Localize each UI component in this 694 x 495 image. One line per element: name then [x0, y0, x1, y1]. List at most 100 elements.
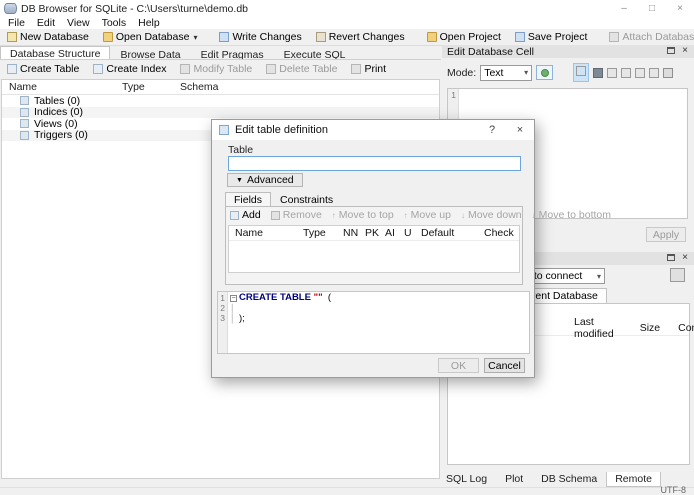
tab-execute-sql[interactable]: Execute SQL: [274, 47, 356, 61]
column-last-modified[interactable]: Last modified: [574, 316, 614, 340]
chevron-down-icon[interactable]: ▾: [193, 33, 197, 42]
fields-table: Name Type NN PK AI U Default Check: [228, 225, 520, 273]
menu-edit[interactable]: Edit: [32, 17, 60, 29]
menubar: File Edit View Tools Help: [0, 17, 694, 29]
float-panel-icon[interactable]: [667, 254, 676, 261]
create-index-button[interactable]: Create Index: [86, 62, 173, 76]
table-name-input[interactable]: [228, 156, 521, 171]
import-icon[interactable]: [607, 67, 618, 78]
word-wrap-toggle[interactable]: [573, 63, 590, 82]
column-ai[interactable]: AI: [385, 227, 404, 239]
close-panel-icon[interactable]: ×: [682, 46, 688, 56]
dialog-titlebar[interactable]: Edit table definition ? ×: [212, 120, 534, 140]
main-tab-bar: Database Structure Browse Data Edit Prag…: [0, 46, 441, 61]
modify-table-icon: [180, 64, 191, 74]
column-u[interactable]: U: [404, 227, 421, 239]
move-to-bottom-button: ↓ Move to bottom: [531, 209, 612, 221]
dialog-title: Edit table definition: [235, 124, 328, 136]
tab-plot[interactable]: Plot: [496, 472, 532, 487]
tab-database-structure[interactable]: Database Structure: [0, 46, 111, 60]
column-schema[interactable]: Schema: [180, 81, 219, 93]
close-panel-icon[interactable]: ×: [682, 253, 688, 263]
column-check[interactable]: Check: [484, 227, 514, 239]
titlebar: DB Browser for SQLite - C:\Users\turne\d…: [0, 0, 694, 17]
print-button[interactable]: Print: [344, 62, 393, 76]
cancel-button[interactable]: Cancel: [484, 358, 525, 373]
menu-tools[interactable]: Tools: [97, 17, 132, 29]
open-project-button[interactable]: Open Project: [420, 30, 508, 44]
chevron-down-icon: ▾: [596, 271, 601, 281]
window-controls: – □ ×: [610, 0, 694, 17]
column-pk[interactable]: PK: [365, 227, 385, 239]
add-field-button[interactable]: Add: [230, 209, 261, 221]
tab-db-schema[interactable]: DB Schema: [532, 472, 606, 487]
menu-view[interactable]: View: [62, 17, 95, 29]
open-database-button[interactable]: Open Database ▾: [96, 30, 205, 44]
tree-item-indices[interactable]: Indices (0): [2, 106, 439, 118]
statusbar: [0, 487, 694, 495]
encoding-indicator[interactable]: UTF-8: [661, 485, 687, 495]
sql-preview-editor[interactable]: 1 2 3 − CREATE TABLE "" ( │ │);: [217, 291, 530, 354]
edit-cell-dock-controls: ×: [667, 46, 688, 56]
set-null-icon[interactable]: [649, 67, 660, 78]
help-icon[interactable]: ?: [478, 120, 506, 140]
triggers-icon: [20, 130, 29, 140]
window-title: DB Browser for SQLite - C:\Users\turne\d…: [21, 2, 248, 15]
export-icon[interactable]: [621, 67, 632, 78]
chevron-down-icon: ▾: [524, 68, 529, 77]
edit-table-dialog: Edit table definition ? × Table ▼ Advanc…: [211, 119, 611, 378]
fold-guide-icon: │: [230, 314, 235, 323]
auto-apply-toggle[interactable]: [536, 65, 554, 80]
column-size[interactable]: Size: [640, 322, 660, 334]
tab-edit-pragmas[interactable]: Edit Pragmas: [191, 47, 274, 61]
tab-remote[interactable]: Remote: [606, 472, 661, 487]
fields-toolbar: Add Remove ↑ Move to top ↑ Move up ↓ Mov…: [230, 209, 611, 221]
binary-mode-icon[interactable]: [593, 67, 604, 78]
close-icon[interactable]: ×: [666, 0, 694, 17]
tab-sql-log[interactable]: SQL Log: [437, 472, 496, 487]
column-type[interactable]: Type: [303, 227, 343, 239]
maximize-icon[interactable]: □: [638, 0, 666, 17]
minimize-icon[interactable]: –: [610, 0, 638, 17]
sql-gutter: 1 2 3: [218, 292, 228, 353]
print-icon: [351, 64, 362, 74]
tab-constraints[interactable]: Constraints: [271, 192, 342, 207]
column-name[interactable]: Name: [2, 81, 122, 93]
main-toolbar: New Database Open Database ▾ Write Chang…: [0, 29, 694, 46]
column-name[interactable]: Name: [235, 227, 303, 239]
fold-guide-icon: │: [230, 303, 235, 313]
advanced-button[interactable]: ▼ Advanced: [227, 173, 303, 187]
dialog-close-icon[interactable]: ×: [506, 120, 534, 140]
column-default[interactable]: Default: [421, 227, 484, 239]
attach-database-icon: [609, 32, 620, 42]
write-changes-icon: [219, 32, 230, 42]
column-commit[interactable]: Commit: [678, 322, 694, 334]
fold-marker-icon[interactable]: −: [230, 295, 237, 302]
mode-label: Mode:: [447, 66, 477, 79]
mode-select[interactable]: Text ▾: [480, 64, 533, 81]
column-nn[interactable]: NN: [343, 227, 365, 239]
move-up-icon: ↑: [403, 210, 408, 220]
float-panel-icon[interactable]: [667, 47, 676, 54]
tables-icon: [20, 96, 29, 106]
menu-file[interactable]: File: [3, 17, 30, 29]
delete-table-button: Delete Table: [259, 62, 344, 76]
save-icon[interactable]: [635, 67, 646, 78]
open-project-icon: [426, 32, 437, 42]
save-project-button[interactable]: Save Project: [508, 30, 595, 44]
chevron-down-icon: ▼: [236, 176, 243, 184]
column-type[interactable]: Type: [122, 81, 180, 93]
tab-browse-data[interactable]: Browse Data: [110, 47, 190, 61]
menu-help[interactable]: Help: [133, 17, 165, 29]
move-up-button: ↑ Move up: [403, 209, 451, 221]
revert-changes-button[interactable]: Revert Changes: [309, 30, 412, 44]
print-cell-icon[interactable]: [663, 67, 674, 78]
fields-table-header: Name Type NN PK AI U Default Check: [229, 226, 519, 241]
tab-fields[interactable]: Fields: [225, 192, 272, 207]
write-changes-button[interactable]: Write Changes: [212, 30, 308, 44]
create-table-button[interactable]: Create Table: [0, 62, 86, 76]
delete-table-icon: [266, 64, 277, 74]
tree-item-tables[interactable]: Tables (0): [2, 95, 439, 107]
sql-code: − CREATE TABLE "" ( │ │);: [228, 292, 529, 353]
new-database-button[interactable]: New Database: [0, 30, 96, 44]
